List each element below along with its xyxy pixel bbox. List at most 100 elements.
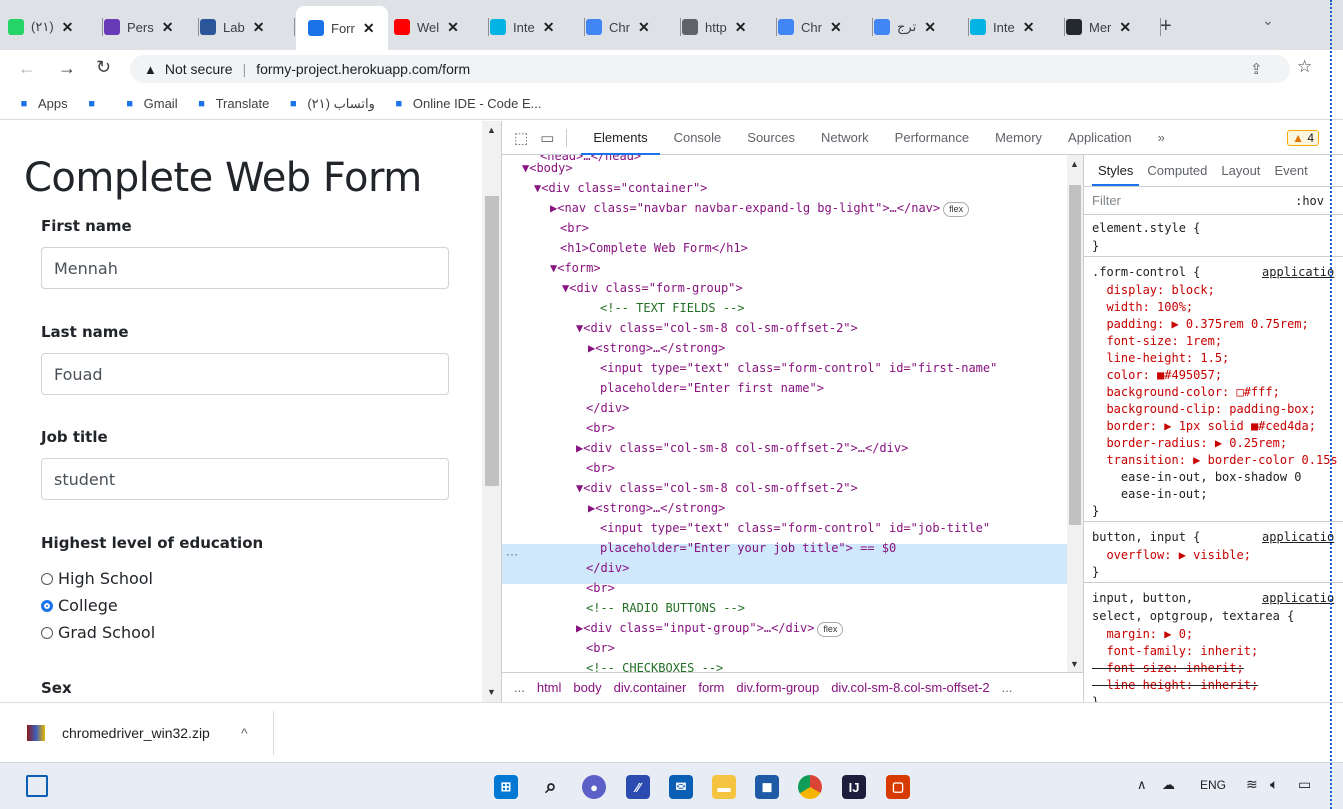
style-rule-line[interactable]: line-height: inherit; xyxy=(1092,678,1258,692)
close-tab-icon[interactable]: ✕ xyxy=(253,19,265,36)
close-tab-icon[interactable]: ✕ xyxy=(162,19,174,36)
style-rule-line[interactable]: border-radius: ▶ 0.25rem; xyxy=(1092,436,1287,450)
styles-subtab[interactable]: Styles xyxy=(1091,163,1140,186)
style-rule-line[interactable]: font-size: inherit; xyxy=(1092,661,1243,675)
download-file-name[interactable]: chromedriver_win32.zip xyxy=(62,725,210,741)
onedrive-cloud-icon[interactable]: ☁ xyxy=(1162,777,1175,793)
dom-node-line[interactable]: <!-- TEXT FIELDS --> xyxy=(600,301,745,315)
style-rule-line[interactable]: padding: ▶ 0.375rem 0.75rem; xyxy=(1092,317,1308,331)
dom-scroll-down-icon[interactable]: ▼ xyxy=(1070,659,1079,669)
stylesheet-source-link[interactable]: applicatio xyxy=(1262,530,1334,544)
devtools-tab[interactable]: Network xyxy=(821,130,869,145)
bookmark-star-icon[interactable]: ☆ xyxy=(1297,57,1312,77)
dom-node-line[interactable]: <br> xyxy=(586,641,615,655)
close-tab-icon[interactable]: ✕ xyxy=(1023,19,1035,36)
breadcrumb-item[interactable]: ... xyxy=(514,680,525,695)
dom-node-line[interactable]: ▼<div class="container"> xyxy=(534,181,707,195)
devtools-tab[interactable]: Application xyxy=(1068,130,1132,145)
wifi-icon[interactable]: ≋ xyxy=(1246,776,1258,793)
browser-tab[interactable]: Wel ✕ xyxy=(394,12,489,42)
style-rule-line[interactable]: input, button, applicatio xyxy=(1092,591,1334,605)
devtools-tab[interactable]: Console xyxy=(674,130,722,145)
education-radio-option[interactable]: College xyxy=(41,596,118,615)
close-tab-icon[interactable]: ✕ xyxy=(735,19,747,36)
style-rule-line[interactable]: transition: ▶ border-color 0.15s xyxy=(1092,453,1337,467)
forward-arrow-icon[interactable]: → xyxy=(58,58,76,79)
style-rule-line[interactable]: overflow: ▶ visible; xyxy=(1092,548,1251,562)
breadcrumb-item[interactable]: div.container xyxy=(614,680,687,695)
page-scrollbar-thumb[interactable] xyxy=(485,196,499,486)
office-icon[interactable]: ▢ xyxy=(886,775,910,799)
dom-node-line[interactable]: ▶<nav class="navbar navbar-expand-lg bg-… xyxy=(550,201,970,217)
browser-tab[interactable]: Pers ✕ xyxy=(104,12,199,42)
hov-toggle[interactable]: :hov xyxy=(1295,194,1324,208)
last-name-input[interactable]: Fouad xyxy=(41,353,449,395)
dom-node-line[interactable]: <!-- CHECKBOXES --> xyxy=(586,661,723,672)
chrome-icon[interactable] xyxy=(798,775,822,799)
new-tab-button[interactable]: + xyxy=(1160,15,1172,38)
style-rule-line[interactable]: border: ▶ 1px solid ■#ced4da; xyxy=(1092,419,1316,433)
close-tab-icon[interactable]: ✕ xyxy=(62,19,74,36)
download-menu-chevron-icon[interactable]: ^ xyxy=(241,725,248,741)
browser-tab[interactable]: Mer ✕ xyxy=(1066,12,1161,42)
breadcrumb-item[interactable]: form xyxy=(698,680,724,695)
bookmark-item[interactable]: ■ Gmail xyxy=(122,96,177,112)
dom-node-line[interactable]: ▶<strong>…</strong> xyxy=(588,341,725,355)
style-rule-line[interactable]: margin: ▶ 0; xyxy=(1092,627,1193,641)
close-tab-icon[interactable]: ✕ xyxy=(447,19,459,36)
jetbrains-icon[interactable]: IJ xyxy=(842,775,866,799)
inspect-element-icon[interactable]: ⬚ xyxy=(514,129,528,147)
dom-node-line[interactable]: placeholder="Enter your job title"> == $… xyxy=(600,541,896,555)
browser-tab[interactable]: ترج ✕ xyxy=(874,12,969,42)
dom-node-line[interactable]: ▶<div class="col-sm-8 col-sm-offset-2">…… xyxy=(576,441,908,455)
reload-icon[interactable]: ↻ xyxy=(96,57,111,78)
radio-button[interactable] xyxy=(41,572,53,585)
job-title-input[interactable]: student xyxy=(41,458,449,500)
styles-subtab[interactable]: Computed xyxy=(1147,163,1207,178)
style-rule-line[interactable]: } xyxy=(1092,565,1099,579)
education-radio-option[interactable]: High School xyxy=(41,569,153,588)
browser-tab[interactable]: Lab ✕ xyxy=(200,12,295,42)
devtools-tab[interactable]: Memory xyxy=(995,130,1042,145)
styles-subtab[interactable]: Layout xyxy=(1221,163,1260,178)
dom-node-line[interactable]: <!-- RADIO BUTTONS --> xyxy=(586,601,745,615)
stylesheet-source-link[interactable]: applicatio xyxy=(1262,591,1334,605)
dom-node-line[interactable]: <br> xyxy=(586,421,615,435)
style-rule-line[interactable]: ease-in-out; xyxy=(1092,487,1208,501)
windows-start-icon[interactable]: ⊞ xyxy=(494,775,518,799)
style-rule-line[interactable]: .form-control {applicatio xyxy=(1092,265,1334,279)
radio-button[interactable] xyxy=(41,626,53,639)
styles-filter[interactable]: Filter :hov xyxy=(1084,187,1343,215)
device-toolbar-icon[interactable]: ▭ xyxy=(540,129,554,147)
dom-node-line[interactable]: <br> xyxy=(560,221,589,235)
dom-node-line[interactable]: </div> xyxy=(586,561,629,575)
style-rule-line[interactable]: width: 100%; xyxy=(1092,300,1193,314)
style-rule-line[interactable]: font-family: inherit; xyxy=(1092,644,1258,658)
breadcrumb-item[interactable]: body xyxy=(573,680,601,695)
breadcrumb-item[interactable]: div.col-sm-8.col-sm-offset-2 xyxy=(831,680,989,695)
styles-subtab[interactable]: Event xyxy=(1274,163,1307,178)
close-tab-icon[interactable]: ✕ xyxy=(638,19,650,36)
dom-node-line[interactable]: <input type="text" class="form-control" … xyxy=(600,521,990,535)
dom-node-line[interactable]: ▼<div class="col-sm-8 col-sm-offset-2"> xyxy=(576,321,858,335)
browser-tab[interactable]: Inte ✕ xyxy=(490,12,585,42)
browser-tab[interactable]: (٢١) ✕ xyxy=(8,12,103,42)
browser-tab[interactable]: http ✕ xyxy=(682,12,777,42)
close-tab-icon[interactable]: ✕ xyxy=(1119,19,1131,36)
style-rule-line[interactable]: font-size: 1rem; xyxy=(1092,334,1222,348)
mail-icon[interactable]: ✉ xyxy=(669,775,693,799)
battery-icon[interactable]: ▭ xyxy=(1298,776,1311,793)
style-rule-line[interactable]: line-height: 1.5; xyxy=(1092,351,1229,365)
volume-icon[interactable]: 🔈︎ xyxy=(1270,776,1278,793)
dom-tree-scrollbar[interactable]: ▲ ▼ xyxy=(1067,155,1083,672)
education-radio-option[interactable]: Grad School xyxy=(41,623,155,642)
search-icon[interactable]: ⌕ xyxy=(539,775,563,799)
dom-node-line[interactable]: ▼<div class="col-sm-8 col-sm-offset-2"> xyxy=(576,481,858,495)
style-rule-line[interactable]: element.style { xyxy=(1092,221,1200,235)
dom-node-line[interactable]: ▼<form> xyxy=(550,261,601,275)
devtools-tab[interactable]: » xyxy=(1158,130,1165,145)
stylesheet-source-link[interactable]: applicatio xyxy=(1262,265,1334,279)
style-rule-line[interactable]: background-clip: padding-box; xyxy=(1092,402,1316,416)
dom-node-line[interactable]: <br> xyxy=(586,461,615,475)
browser-tab[interactable]: Chr ✕ xyxy=(778,12,873,42)
